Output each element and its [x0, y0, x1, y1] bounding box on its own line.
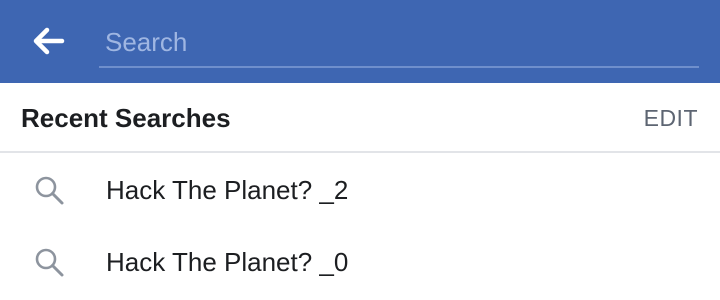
section-title: Recent Searches	[21, 103, 231, 133]
list-item[interactable]: Hack The Planet? _0	[0, 225, 720, 297]
list-item-label: Hack The Planet? _2	[106, 175, 349, 205]
arrow-left-icon	[33, 27, 65, 55]
recent-searches-header: Recent Searches EDIT	[0, 83, 720, 153]
search-icon	[35, 176, 64, 205]
search-input[interactable]	[105, 22, 685, 62]
list-item[interactable]: Hack The Planet? _2	[0, 153, 720, 225]
back-button[interactable]	[26, 21, 72, 61]
list-item-label: Hack The Planet? _0	[106, 247, 349, 277]
top-app-bar	[0, 0, 720, 83]
search-field-container	[99, 22, 699, 68]
edit-button[interactable]: EDIT	[644, 105, 698, 132]
recent-searches-list: Hack The Planet? _2 Hack The Planet? _0	[0, 153, 720, 297]
search-icon	[35, 248, 64, 277]
